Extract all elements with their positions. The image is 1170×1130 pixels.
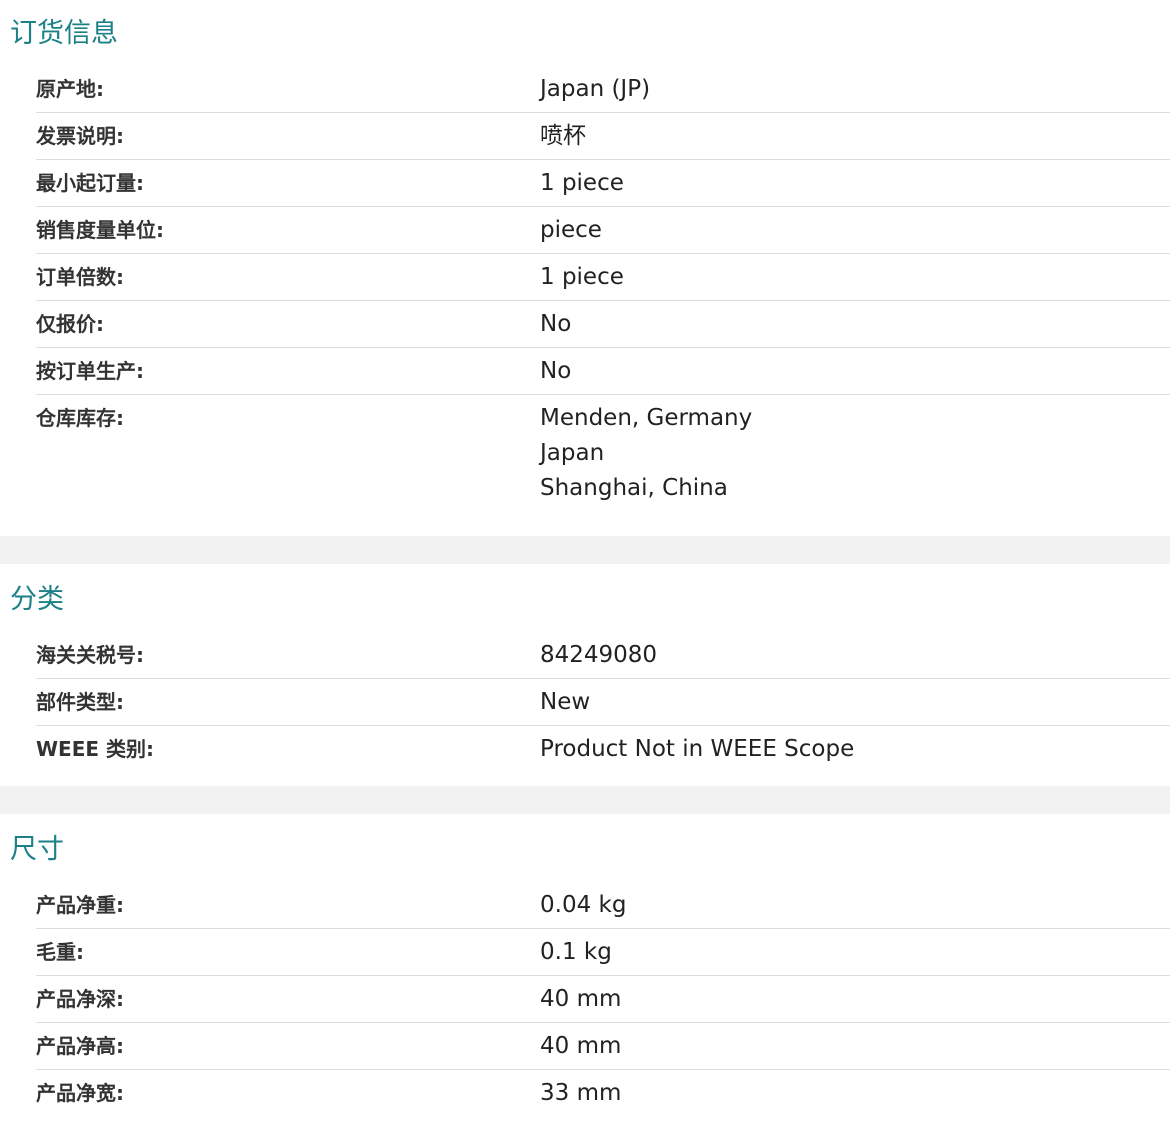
row-value: 0.04 kg [540,892,627,918]
row-label: 海关关税号: [36,643,144,667]
table-row: 原产地: Japan (JP) [0,66,1170,113]
section-divider [0,786,1170,814]
row-label: 产品净高: [36,1022,540,1070]
spec-table: 原产地: Japan (JP) 发票说明: 喷杯 最小起订量: 1 piece … [0,66,1170,522]
row-value: 40 mm [540,1022,1170,1070]
row-label: 按订单生产: [36,347,540,395]
row-label: 订单倍数: [36,253,540,301]
table-row: 产品净宽: 33 mm [0,1069,1170,1116]
row-value: New [540,678,1170,726]
spec-table: 海关关税号: 84249080 部件类型: New WEEE 类别: Produ… [0,632,1170,772]
row-label: 部件类型: [36,678,540,726]
table-row: 按订单生产: No [0,347,1170,395]
row-label: 产品净重: [36,893,124,917]
table-row: 部件类型: New [0,678,1170,726]
table-row: 销售度量单位: piece [0,206,1170,254]
spec-page: 订货信息 原产地: Japan (JP) 发票说明: 喷杯 最小起订量: 1 p… [0,0,1170,1130]
row-value: Product Not in WEEE Scope [540,725,1170,772]
row-label: 销售度量单位: [36,206,540,254]
row-label: 产品净宽: [36,1069,540,1116]
section-title: 尺寸 [10,834,64,865]
row-value: 1 piece [540,159,1170,207]
warehouse-location: Menden, Germany [540,405,753,431]
row-value: 喷杯 [540,112,1170,160]
row-label: 仅报价: [36,300,540,348]
dimensions-section: 尺寸 产品净重: 0.04 kg 毛重: 0.1 kg 产品净深: 40 mm … [0,814,1170,1130]
row-value: 84249080 [540,642,658,668]
row-value: Japan (JP) [540,76,651,102]
table-row: 产品净重: 0.04 kg [0,882,1170,929]
section-divider [0,536,1170,564]
table-row: WEEE 类别: Product Not in WEEE Scope [0,725,1170,772]
table-row: 产品净深: 40 mm [0,975,1170,1023]
row-label: 发票说明: [36,112,540,160]
row-value: No [540,300,1170,348]
table-row: 毛重: 0.1 kg [0,928,1170,976]
table-row: 产品净高: 40 mm [0,1022,1170,1070]
row-label: 毛重: [36,928,540,976]
table-row: 海关关税号: 84249080 [0,632,1170,679]
row-label: WEEE 类别: [36,725,540,772]
table-row: 发票说明: 喷杯 [0,112,1170,160]
table-row: 仓库库存: Menden, Germany Japan Shanghai, Ch… [0,394,1170,522]
ordering-info-section: 订货信息 原产地: Japan (JP) 发票说明: 喷杯 最小起订量: 1 p… [0,0,1170,536]
section-title: 订货信息 [10,18,118,49]
row-value: 1 piece [540,253,1170,301]
table-row: 订单倍数: 1 piece [0,253,1170,301]
row-value: 40 mm [540,975,1170,1023]
row-value: No [540,347,1170,395]
row-value-list: Menden, Germany Japan Shanghai, China [540,394,1170,522]
row-value: piece [540,206,1170,254]
table-row: 仅报价: No [0,300,1170,348]
row-label: 最小起订量: [36,159,540,207]
table-row: 最小起订量: 1 piece [0,159,1170,207]
row-label: 产品净深: [36,975,540,1023]
row-label: 仓库库存: [36,394,540,522]
row-label: 原产地: [36,77,104,101]
spec-table: 产品净重: 0.04 kg 毛重: 0.1 kg 产品净深: 40 mm 产品净… [0,882,1170,1116]
section-title: 分类 [10,584,64,615]
warehouse-location: Shanghai, China [540,475,728,501]
classification-section: 分类 海关关税号: 84249080 部件类型: New WEEE 类别: Pr… [0,564,1170,786]
row-value: 0.1 kg [540,928,1170,976]
row-value: 33 mm [540,1069,1170,1116]
warehouse-location: Japan [540,440,605,466]
